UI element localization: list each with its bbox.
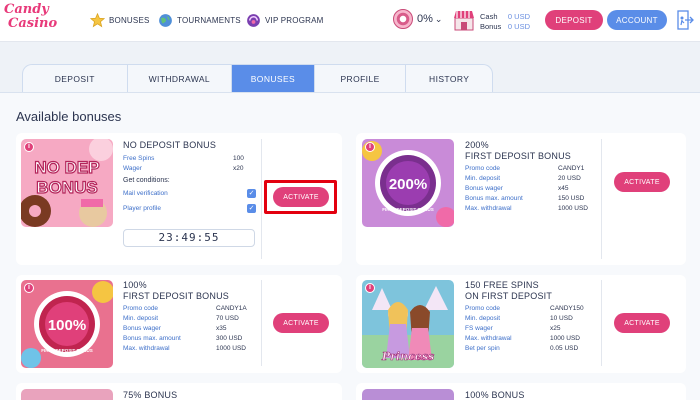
- bonus-100-artwork: 100% FIRST DEPOSIT BONUS: [21, 280, 113, 368]
- detail-row: Promo code CANDY150: [465, 304, 584, 312]
- detail-row: Bonus max. amount 300 USD: [123, 334, 243, 342]
- bonus-balance: Bonus 0 USD: [480, 22, 530, 31]
- deposit-button[interactable]: DEPOSIT: [545, 10, 603, 30]
- activate-200-button[interactable]: ACTIVATE: [614, 172, 670, 192]
- free-spins-title: 150 FREE SPINS ON FIRST DEPOSIT: [465, 280, 553, 301]
- free-spins-details: Promo code CANDY150 Min. deposit 10 USD FS…: [465, 303, 584, 353]
- tab-deposit[interactable]: DEPOSIT: [23, 65, 128, 92]
- card-divider: [601, 139, 602, 259]
- bonus-75-thumbnail: [21, 389, 113, 400]
- vip-level-dropdown[interactable]: 0% ⌄: [393, 9, 442, 29]
- condition-player-profile: Player profile ✓: [123, 204, 256, 213]
- star-icon: [90, 12, 105, 27]
- checkbox-checked-icon[interactable]: ✓: [247, 204, 256, 213]
- checkbox-checked-icon[interactable]: ✓: [247, 189, 256, 198]
- tab-withdrawal[interactable]: WITHDRAWAL: [128, 65, 233, 92]
- globe-icon: [159, 13, 172, 27]
- bonus-100-second-title: 100% BONUS: [465, 390, 525, 400]
- detail-row: Min. deposit 70 USD: [123, 314, 239, 322]
- chevron-down-icon: ⌄: [434, 13, 443, 24]
- top-header: Candy Casino BONUSES TOURNAMENTS VIP PRO…: [0, 0, 700, 42]
- no-deposit-thumbnail: NO DEP BONUS i: [21, 139, 113, 227]
- nav-tournaments[interactable]: TOURNAMENTS: [158, 11, 241, 29]
- no-deposit-artwork: NO DEP BONUS: [21, 139, 113, 227]
- balance-panel: Cash 0 USD Bonus 0 USD: [480, 12, 530, 32]
- bonus-100-thumbnail: 100% FIRST DEPOSIT BONUS i: [21, 280, 113, 368]
- info-icon[interactable]: i: [365, 283, 375, 293]
- nav-bonuses-label: BONUSES: [109, 15, 150, 25]
- info-icon[interactable]: i: [24, 283, 34, 293]
- activate-100-button[interactable]: ACTIVATE: [273, 313, 329, 333]
- bonus-75-title: 75% BONUS: [123, 390, 178, 400]
- svg-text:NO DEP: NO DEP: [34, 158, 99, 177]
- donut-icon: [393, 9, 413, 29]
- tab-history[interactable]: HISTORY: [406, 65, 492, 92]
- tab-bonuses[interactable]: BONUSES: [232, 65, 315, 92]
- nav-vip-label: VIP PROGRAM: [265, 15, 324, 25]
- info-icon[interactable]: i: [24, 142, 34, 152]
- card-divider: [601, 280, 602, 366]
- detail-row: Max. withdrawal 1000 USD: [465, 204, 588, 212]
- detail-row: Wager x20: [123, 164, 244, 172]
- detail-row: Max. withdrawal 1000 USD: [465, 334, 580, 342]
- condition-mail-verification: Mail verification ✓: [123, 189, 256, 198]
- detail-row: Bet per spin 0.05 USD: [465, 344, 579, 352]
- shop-icon[interactable]: [453, 9, 475, 31]
- bonus-200-artwork: 200% FIRST DEPOSIT BONUS: [362, 139, 454, 227]
- bonus-100-details: Promo code CANDY1A Min. deposit 70 USD Bon…: [123, 303, 247, 353]
- bonus-200-title: 200% FIRST DEPOSIT BONUS: [465, 140, 571, 161]
- section-title: Available bonuses: [16, 109, 122, 124]
- detail-row: Bonus max. amount 150 USD: [465, 194, 585, 202]
- logout-icon[interactable]: [676, 10, 694, 30]
- bonus-100-second-thumbnail: [362, 389, 454, 400]
- conditions-title: Get conditions:: [123, 177, 170, 184]
- svg-text:Princess: Princess: [381, 350, 434, 363]
- info-icon[interactable]: i: [365, 142, 375, 152]
- card-divider: [261, 139, 262, 259]
- vip-level-value: 0%: [417, 13, 433, 25]
- detail-row: Free Spins 100: [123, 154, 244, 162]
- svg-text:100%: 100%: [48, 317, 86, 334]
- vip-icon: [247, 13, 260, 27]
- svg-text:FIRST DEPOSIT BONUS: FIRST DEPOSIT BONUS: [382, 207, 434, 212]
- svg-text:200%: 200%: [389, 176, 427, 193]
- free-spins-artwork: Princess: [362, 280, 454, 368]
- bonus-100-title: 100% FIRST DEPOSIT BONUS: [123, 280, 229, 301]
- nav-vip-program[interactable]: VIP PROGRAM: [246, 11, 324, 29]
- svg-text:BONUS: BONUS: [36, 178, 97, 197]
- account-button[interactable]: ACCOUNT: [607, 10, 667, 30]
- bonus-200-details: Promo code CANDY1 Min. deposit 20 USD Bonu…: [465, 163, 588, 213]
- tab-profile[interactable]: PROFILE: [315, 65, 407, 92]
- detail-row: FS wager x25: [465, 324, 561, 332]
- candy-casino-logo[interactable]: Candy Casino: [4, 3, 57, 39]
- nav-bonuses[interactable]: BONUSES: [90, 11, 150, 29]
- detail-row: Promo code CANDY1A: [123, 304, 247, 312]
- account-tabs: DEPOSIT WITHDRAWAL BONUSES PROFILE HISTO…: [22, 64, 493, 92]
- detail-row: Bonus wager x45: [465, 184, 569, 192]
- highlight-box: [264, 180, 337, 214]
- card-divider: [261, 280, 262, 366]
- detail-row: Min. deposit 20 USD: [465, 174, 581, 182]
- no-deposit-title: NO DEPOSIT BONUS: [123, 140, 217, 150]
- cash-balance: Cash 0 USD: [480, 12, 530, 21]
- detail-row: Bonus wager x35: [123, 324, 227, 332]
- bonus-200-thumbnail: 200% FIRST DEPOSIT BONUS i: [362, 139, 454, 227]
- detail-row: Min. deposit 10 USD: [465, 314, 573, 322]
- activate-free-spins-button[interactable]: ACTIVATE: [614, 313, 670, 333]
- svg-text:FIRST DEPOSIT BONUS: FIRST DEPOSIT BONUS: [41, 348, 93, 353]
- detail-row: Max. withdrawal 1000 USD: [123, 344, 246, 352]
- free-spins-thumbnail: Princess i: [362, 280, 454, 368]
- no-deposit-details: Free Spins 100 Wager x20 Get conditions:…: [123, 153, 256, 216]
- countdown-timer: 23:49:55: [123, 229, 255, 247]
- detail-row: Promo code CANDY1: [465, 164, 585, 172]
- nav-tournaments-label: TOURNAMENTS: [177, 15, 241, 25]
